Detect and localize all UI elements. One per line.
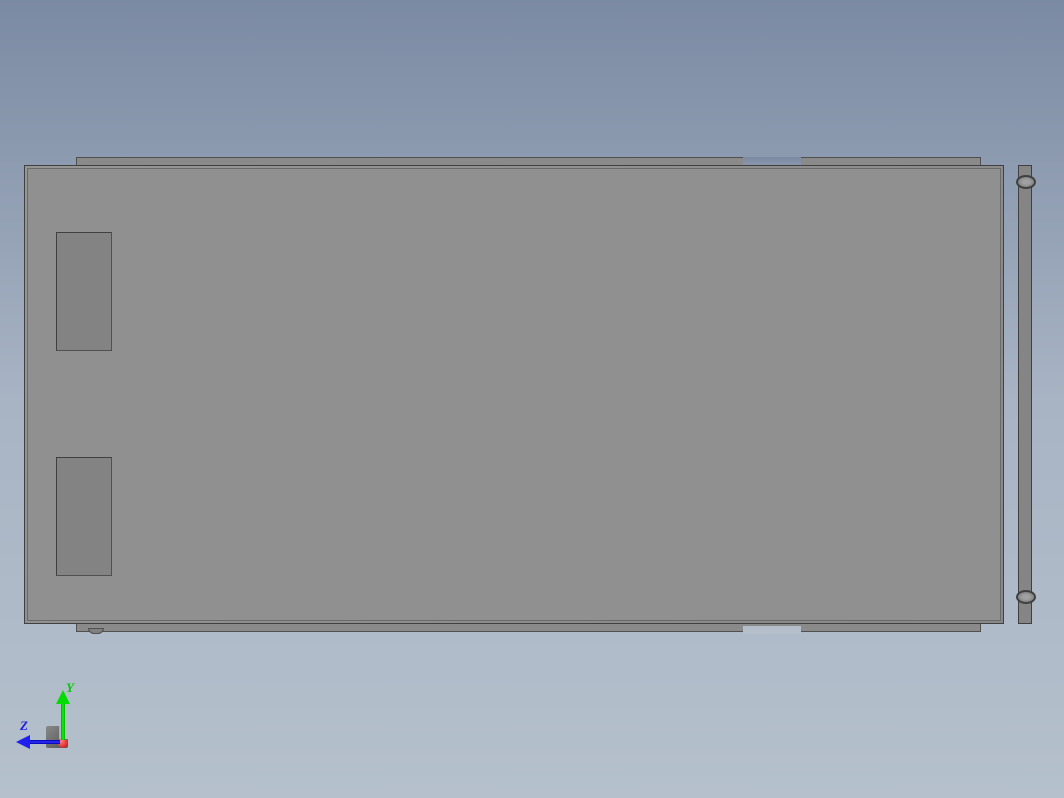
back-plate-notch-bottom <box>743 626 801 634</box>
cad-3d-viewport[interactable]: Y Z <box>0 0 1064 798</box>
front-panel-part[interactable] <box>24 165 1004 624</box>
eyelet-ring-bottom[interactable] <box>1016 590 1036 604</box>
bottom-tab[interactable] <box>88 628 104 634</box>
right-side-bracket[interactable] <box>1018 165 1032 624</box>
back-plate-notch-top <box>743 157 801 165</box>
z-axis-label: Z <box>20 718 28 734</box>
model-assembly[interactable] <box>24 157 1032 632</box>
y-axis-line <box>61 702 65 740</box>
eyelet-ring-top[interactable] <box>1016 175 1036 189</box>
view-orientation-triad[interactable]: Y Z <box>26 682 106 762</box>
panel-face[interactable] <box>27 168 1001 621</box>
z-axis-line <box>28 740 60 744</box>
y-axis-label: Y <box>66 680 74 696</box>
rectangular-cutout-lower[interactable] <box>56 457 112 576</box>
rectangular-cutout-upper[interactable] <box>56 232 112 351</box>
z-axis-arrow-icon <box>16 735 30 749</box>
